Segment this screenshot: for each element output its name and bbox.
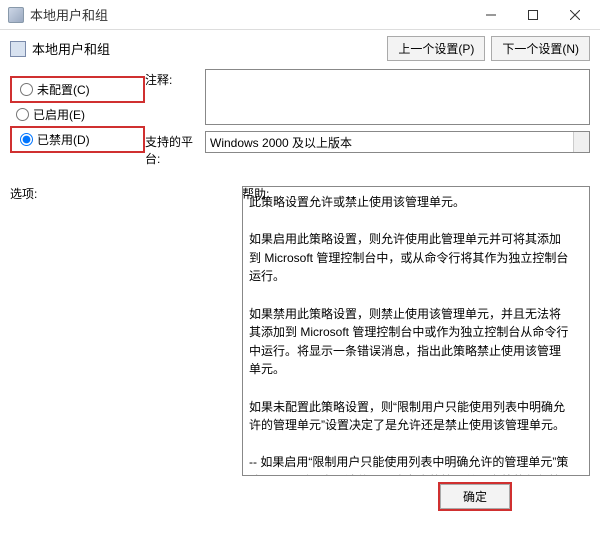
radio-not-configured-input[interactable] bbox=[20, 83, 33, 96]
radio-not-configured[interactable]: 未配置(C) bbox=[14, 79, 141, 100]
help-text-box[interactable]: 此策略设置允许或禁止使用该管理单元。 如果启用此策略设置，则允许使用此管理单元并… bbox=[242, 186, 590, 476]
state-radio-group: 未配置(C) 已启用(E) 已禁用(D) bbox=[10, 69, 145, 173]
previous-setting-button[interactable]: 上一个设置(P) bbox=[387, 36, 485, 61]
title-bar: 本地用户和组 bbox=[0, 0, 600, 30]
radio-disabled[interactable]: 已禁用(D) bbox=[14, 129, 141, 150]
policy-icon bbox=[10, 41, 26, 57]
window-title: 本地用户和组 bbox=[30, 5, 108, 24]
radio-enabled-input[interactable] bbox=[16, 108, 29, 121]
comment-textarea[interactable] bbox=[205, 69, 590, 125]
footer: 确定 bbox=[0, 476, 600, 517]
supported-platform-box: Windows 2000 及以上版本 bbox=[205, 131, 590, 153]
close-button[interactable] bbox=[554, 1, 596, 29]
maximize-button[interactable] bbox=[512, 1, 554, 29]
app-icon bbox=[8, 7, 24, 23]
next-setting-button[interactable]: 下一个设置(N) bbox=[491, 36, 590, 61]
radio-enabled[interactable]: 已启用(E) bbox=[10, 104, 145, 125]
radio-enabled-label: 已启用(E) bbox=[33, 106, 85, 123]
header: 本地用户和组 上一个设置(P) 下一个设置(N) bbox=[0, 30, 600, 65]
radio-not-configured-label: 未配置(C) bbox=[37, 81, 90, 98]
policy-title: 本地用户和组 bbox=[32, 39, 110, 58]
options-label: 选项: bbox=[10, 185, 242, 202]
supported-platform-value: Windows 2000 及以上版本 bbox=[210, 134, 352, 151]
radio-disabled-label: 已禁用(D) bbox=[37, 131, 90, 148]
comment-label: 注释: bbox=[145, 69, 205, 125]
highlight-box-2: 已禁用(D) bbox=[10, 126, 145, 153]
platform-label: 支持的平台: bbox=[145, 131, 205, 167]
radio-disabled-input[interactable] bbox=[20, 133, 33, 146]
scrollbar-stub[interactable] bbox=[573, 132, 589, 152]
minimize-button[interactable] bbox=[470, 1, 512, 29]
highlight-box-1: 未配置(C) bbox=[10, 76, 145, 103]
ok-button[interactable]: 确定 bbox=[440, 484, 510, 509]
